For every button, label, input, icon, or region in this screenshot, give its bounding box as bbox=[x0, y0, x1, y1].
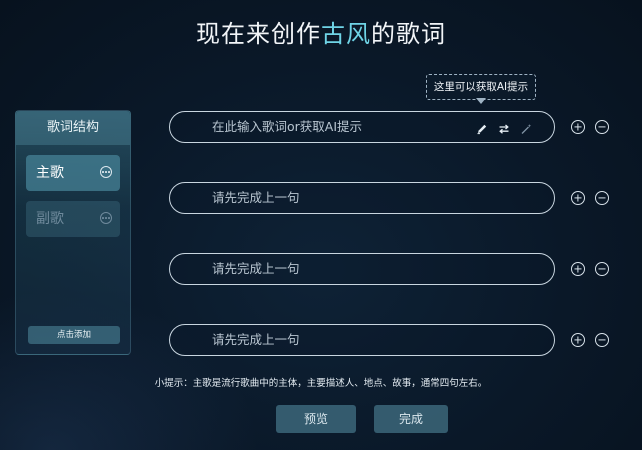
section-item-chorus[interactable]: 副歌 bbox=[26, 201, 120, 237]
lyric-line-placeholder: 请先完成上一句 bbox=[212, 190, 300, 205]
tooltip-arrow bbox=[476, 98, 486, 104]
lyric-line-placeholder: 请先完成上一句 bbox=[212, 332, 300, 347]
panel-title: 歌词结构 bbox=[16, 111, 130, 145]
done-button[interactable]: 完成 bbox=[374, 405, 448, 433]
add-section-button[interactable]: 点击添加 bbox=[28, 326, 120, 344]
title-suffix: 的歌词 bbox=[371, 20, 446, 48]
remove-line-button[interactable] bbox=[595, 191, 609, 205]
ai-hint-tooltip: 这里可以获取AI提示 bbox=[426, 74, 536, 100]
title-highlight: 古风 bbox=[321, 20, 371, 48]
add-line-button[interactable] bbox=[571, 333, 585, 347]
remove-line-button[interactable] bbox=[595, 262, 609, 276]
section-item-label: 主歌 bbox=[36, 165, 64, 181]
page-title: 现在来创作古风的歌词 bbox=[0, 14, 642, 49]
lyric-line-placeholder: 请先完成上一句 bbox=[212, 261, 300, 276]
section-item-verse[interactable]: 主歌 bbox=[26, 155, 120, 191]
remove-line-button[interactable] bbox=[595, 120, 609, 134]
lyric-line-input-3[interactable]: 请先完成上一句 bbox=[169, 253, 555, 285]
line-tools bbox=[476, 120, 532, 135]
more-options-icon[interactable] bbox=[100, 166, 112, 178]
add-line-button[interactable] bbox=[571, 120, 585, 134]
pencil-icon[interactable] bbox=[476, 120, 488, 135]
more-options-icon[interactable] bbox=[100, 212, 112, 224]
preview-button[interactable]: 预览 bbox=[276, 405, 356, 433]
tip-text: 小提示：主歌是流行歌曲中的主体，主要描述人、地点、故事，通常四句左右。 bbox=[154, 378, 488, 389]
section-item-label: 副歌 bbox=[36, 211, 64, 227]
lyric-line-placeholder: 在此输入歌词or获取AI提示 bbox=[212, 119, 363, 134]
magic-wand-icon[interactable] bbox=[520, 120, 532, 134]
lyric-line-input-4[interactable]: 请先完成上一句 bbox=[169, 324, 555, 356]
lyric-line-input-2[interactable]: 请先完成上一句 bbox=[169, 182, 555, 214]
add-line-button[interactable] bbox=[571, 262, 585, 276]
remove-line-button[interactable] bbox=[595, 333, 609, 347]
title-prefix: 现在来创作 bbox=[196, 20, 321, 48]
swap-icon[interactable] bbox=[498, 120, 510, 134]
lyric-line-input-1[interactable]: 在此输入歌词or获取AI提示 bbox=[169, 111, 555, 143]
lyrics-structure-panel: 歌词结构 主歌 副歌 点击添加 bbox=[15, 110, 131, 355]
add-line-button[interactable] bbox=[571, 191, 585, 205]
